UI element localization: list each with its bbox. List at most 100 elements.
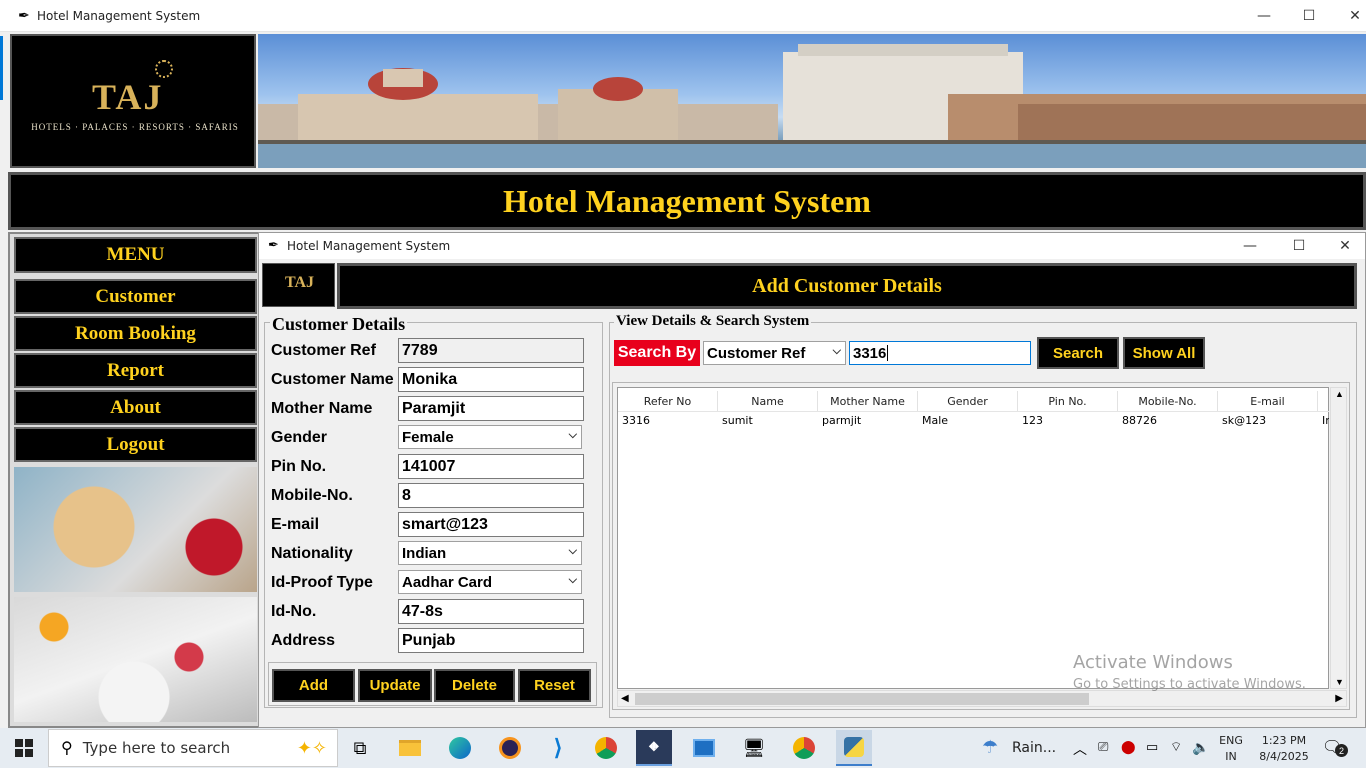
logo-text: TAJ	[92, 77, 164, 117]
sidebar-item-about[interactable]: About	[14, 390, 257, 425]
add-button[interactable]: Add	[272, 669, 355, 702]
cell-email: sk@123	[1222, 414, 1267, 427]
child-minimize-button[interactable]: —	[1227, 230, 1273, 262]
battery-icon[interactable]: ▭	[1146, 739, 1158, 755]
results-table	[617, 387, 1329, 689]
meet-now-icon[interactable]: ⎚	[1098, 739, 1108, 755]
show-all-button[interactable]: Show All	[1123, 337, 1205, 369]
weather-rain-icon: ☂	[982, 737, 999, 757]
nationality-combobox[interactable]: Indian ⌵	[398, 541, 582, 565]
eclipse-icon[interactable]	[492, 730, 528, 766]
id-proof-type-value: Aadhar Card	[402, 573, 493, 591]
windows-logo-icon	[15, 739, 33, 757]
sparkle-icon: ✦✧	[296, 737, 327, 758]
volume-icon[interactable]: 🔈	[1192, 739, 1209, 756]
reset-button[interactable]: Reset	[518, 669, 591, 702]
label-address: Address	[271, 632, 336, 649]
search-input-value: 3316	[853, 344, 887, 362]
column-header-mother-name[interactable]: Mother Name	[818, 391, 918, 411]
weather-text[interactable]: Rain...	[1012, 740, 1056, 756]
main-maximize-button[interactable]: ☐	[1286, 0, 1332, 32]
column-header-pin-no[interactable]: Pin No.	[1018, 391, 1118, 411]
sidebar-item-room-booking[interactable]: Room Booking	[14, 316, 257, 351]
column-header-mobile-no[interactable]: Mobile-No.	[1118, 391, 1218, 411]
window-edge-strip	[0, 36, 3, 100]
main-minimize-button[interactable]: —	[1241, 0, 1287, 32]
cell-mother-name: parmjit	[822, 414, 862, 427]
gender-combobox[interactable]: Female ⌵	[398, 425, 582, 449]
horizontal-scroll-thumb[interactable]	[635, 693, 1089, 705]
label-email: E-mail	[271, 516, 320, 533]
main-window-title: Hotel Management System	[37, 9, 201, 23]
search-button[interactable]: Search	[1037, 337, 1119, 369]
wifi-icon[interactable]: ⌔	[1170, 739, 1182, 755]
system-title: Hotel Management System	[503, 182, 871, 219]
cell-nationality-truncated: In	[1322, 414, 1329, 427]
scroll-left-arrow-icon[interactable]: ◀	[621, 693, 629, 704]
update-button[interactable]: Update	[358, 669, 432, 702]
label-mother-name: Mother Name	[271, 400, 373, 417]
label-id-no: Id-No.	[271, 603, 317, 620]
delete-button[interactable]: Delete	[434, 669, 515, 702]
column-header-name[interactable]: Name	[718, 391, 818, 411]
python-app-icon[interactable]	[836, 730, 872, 766]
hotel-banner-image	[258, 34, 1366, 168]
column-header-gender[interactable]: Gender	[918, 391, 1018, 411]
horizontal-scrollbar[interactable]: ◀ ▶	[617, 690, 1347, 707]
search-by-combobox[interactable]: Customer Ref ⌵	[703, 341, 846, 365]
taskbar-search-box[interactable]: ⚲ Type here to search ✦✧	[48, 729, 338, 767]
task-view-icon[interactable]: ⧉	[342, 730, 378, 766]
email-field[interactable]: smart@123	[398, 512, 584, 537]
id-no-field[interactable]: 47-8s	[398, 599, 584, 624]
scroll-up-arrow-icon[interactable]: ▲	[1335, 389, 1344, 399]
child-close-button[interactable]: ✕	[1322, 230, 1366, 262]
customer-ref-field[interactable]: 7789	[398, 338, 584, 363]
control-panel-icon[interactable]	[686, 730, 722, 766]
language-text: ENG	[1219, 734, 1243, 747]
cell-gender: Male	[922, 414, 949, 427]
main-window-title-bar: ✒ Hotel Management System — ☐ ✕	[0, 0, 1366, 32]
sidebar-item-report[interactable]: Report	[14, 353, 257, 388]
chrome-icon[interactable]	[588, 730, 624, 766]
scroll-right-arrow-icon[interactable]: ▶	[1335, 693, 1343, 704]
file-explorer-icon[interactable]	[392, 730, 428, 766]
windows-start-button[interactable]	[0, 728, 48, 768]
notification-center-button[interactable]: 🗨 2	[1322, 737, 1348, 759]
id-proof-type-combobox[interactable]: Aadhar Card ⌵	[398, 570, 582, 594]
language-indicator[interactable]: ENG IN	[1218, 733, 1244, 765]
sidebar-item-logout[interactable]: Logout	[14, 427, 257, 462]
tray-chevron-up-icon[interactable]: ︿	[1073, 739, 1087, 759]
hotel-skyline-graphic	[258, 44, 1366, 168]
chevron-down-icon: ⌵	[568, 574, 577, 586]
clock[interactable]: 1:23 PM 8/4/2025	[1254, 733, 1314, 765]
pycharm-icon[interactable]: ⛖	[636, 730, 672, 766]
edge-browser-icon[interactable]	[442, 730, 478, 766]
column-header-refer-no[interactable]: Refer No	[618, 391, 718, 411]
column-header-email[interactable]: E-mail	[1218, 391, 1318, 411]
child-maximize-button[interactable]: ☐	[1276, 230, 1322, 262]
main-close-button[interactable]: ✕	[1332, 0, 1366, 32]
label-customer-ref: Customer Ref	[271, 342, 376, 359]
cell-mobile-no: 88726	[1122, 414, 1157, 427]
activate-windows-title: Activate Windows	[1073, 652, 1233, 673]
clock-date: 8/4/2025	[1259, 750, 1309, 763]
remote-desktop-icon[interactable]: 🖥	[736, 730, 772, 766]
vscode-icon[interactable]: ⟩	[540, 730, 576, 766]
text-cursor	[887, 345, 889, 361]
search-section-title: View Details & Search System	[614, 313, 812, 330]
mother-name-field[interactable]: Paramjit	[398, 396, 584, 421]
customer-name-field[interactable]: Monika	[398, 367, 584, 392]
system-title-banner: Hotel Management System	[8, 172, 1366, 230]
sidebar-item-customer[interactable]: Customer	[14, 279, 257, 314]
chrome-profile-icon[interactable]	[786, 730, 822, 766]
mobile-no-field[interactable]: 8	[398, 483, 584, 508]
search-input[interactable]: 3316	[849, 341, 1031, 365]
antivirus-icon[interactable]: ⬤	[1121, 739, 1136, 755]
scroll-down-arrow-icon[interactable]: ▼	[1335, 677, 1344, 687]
vertical-scrollbar[interactable]: ▲ ▼	[1330, 387, 1347, 689]
menu-title: MENU	[14, 237, 257, 273]
pin-no-field[interactable]: 141007	[398, 454, 584, 479]
feather-app-icon: ✒	[18, 7, 30, 23]
address-field[interactable]: Punjab	[398, 628, 584, 653]
small-logo-text: TAJ	[285, 274, 315, 291]
